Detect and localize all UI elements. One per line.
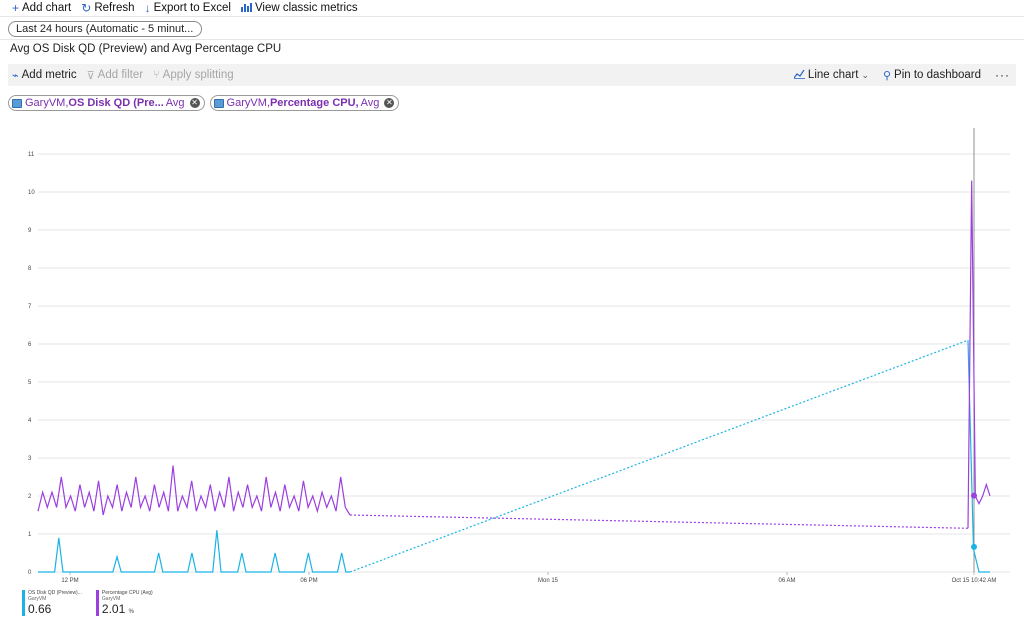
divider bbox=[0, 39, 1024, 40]
refresh-label: Refresh bbox=[94, 2, 135, 14]
pill-metric: OS Disk QD (Pre... bbox=[68, 97, 164, 109]
x-tick-label: Mon 15 bbox=[538, 578, 559, 584]
x-tick-label: Oct 15 10:42 AM bbox=[952, 578, 997, 584]
y-tick-label: 5 bbox=[28, 380, 32, 386]
y-tick-label: 4 bbox=[28, 418, 32, 424]
chart-gridlines bbox=[38, 128, 1010, 575]
y-tick-label: 8 bbox=[28, 266, 32, 272]
legend-color-swatch bbox=[95, 590, 99, 616]
pin-label: Pin to dashboard bbox=[894, 69, 981, 81]
metric-pill-cpu[interactable]: GaryVM, Percentage CPU, Avg ✕ bbox=[209, 95, 400, 111]
pill-resource: GaryVM, bbox=[25, 97, 69, 109]
classic-metrics-label: View classic metrics bbox=[254, 2, 358, 14]
more-options-icon[interactable]: ··· bbox=[995, 68, 1010, 82]
legend-value: 0.66 bbox=[28, 602, 52, 616]
close-icon[interactable]: ✕ bbox=[384, 98, 395, 108]
y-tick-label: 3 bbox=[28, 456, 32, 462]
time-range-picker[interactable]: Last 24 hours (Automatic - 5 minut... bbox=[8, 21, 202, 37]
disk-qd-point bbox=[971, 543, 977, 550]
chart-series bbox=[37, 180, 991, 573]
toolbar: + Add chart ↻ Refresh ↓ Export to Excel … bbox=[0, 0, 1024, 17]
y-tick-label: 6 bbox=[28, 342, 32, 348]
add-metric-label: Add metric bbox=[21, 69, 77, 81]
legend-item-cpu[interactable]: Percentage CPU (Avg) GaryVM 2.01 % bbox=[95, 590, 153, 616]
cpu-gap-line bbox=[349, 514, 969, 529]
chevron-down-icon: ⌄ bbox=[861, 69, 869, 80]
metric-pills: GaryVM, OS Disk QD (Pre... Avg ✕ GaryVM,… bbox=[8, 95, 400, 111]
split-icon: ⑂ bbox=[153, 69, 160, 81]
add-chart-button[interactable]: + Add chart bbox=[12, 2, 71, 14]
legend-value: 2.01 bbox=[101, 602, 126, 616]
y-tick-label: 0 bbox=[28, 570, 32, 576]
pin-to-dashboard-button[interactable]: ⚲ Pin to dashboard bbox=[883, 69, 981, 82]
export-button[interactable]: ↓ Export to Excel bbox=[145, 2, 231, 14]
cpu-point bbox=[971, 492, 977, 499]
legend-color-swatch bbox=[22, 590, 25, 616]
pill-aggregation: Avg bbox=[360, 97, 380, 109]
download-icon: ↓ bbox=[144, 1, 151, 15]
metrics-line-chart[interactable]: 0 1 2 3 4 5 6 7 8 9 10 11 12 PM 06 PM Mon 15 06 AM Oct … bbox=[0, 125, 1024, 585]
y-tick-label: 7 bbox=[28, 304, 32, 310]
x-tick-label: 06 PM bbox=[300, 578, 317, 584]
y-tick-label: 11 bbox=[28, 152, 35, 158]
chart-type-dropdown[interactable]: Line chart ⌄ bbox=[793, 69, 869, 82]
apply-splitting-label: Apply splitting bbox=[162, 69, 234, 81]
export-label: Export to Excel bbox=[153, 2, 231, 14]
refresh-icon: ↻ bbox=[81, 1, 92, 15]
add-chart-label: Add chart bbox=[22, 2, 72, 14]
pill-resource: GaryVM, bbox=[226, 97, 270, 109]
disk-qd-line bbox=[38, 530, 350, 573]
pill-aggregation: Avg bbox=[165, 97, 185, 109]
y-tick-label: 9 bbox=[28, 228, 32, 234]
add-filter-button[interactable]: ⊽ Add filter bbox=[87, 69, 143, 82]
plus-icon: + bbox=[12, 1, 20, 15]
y-tick-label: 1 bbox=[28, 532, 32, 538]
line-chart-icon bbox=[793, 69, 805, 82]
cpu-line bbox=[37, 465, 351, 516]
chart-type-label: Line chart bbox=[807, 69, 859, 81]
close-icon[interactable]: ✕ bbox=[189, 98, 200, 108]
add-filter-label: Add filter bbox=[97, 69, 144, 81]
y-tick-label: 10 bbox=[28, 190, 35, 196]
disk-qd-gap-line bbox=[349, 339, 969, 573]
chart-title[interactable]: Avg OS Disk QD (Preview) and Avg Percent… bbox=[10, 43, 281, 55]
y-tick-label: 2 bbox=[28, 494, 32, 500]
chart-command-bar: ⌁ Add metric ⊽ Add filter ⑂ Apply splitt… bbox=[8, 64, 1016, 86]
classic-metrics-button[interactable]: View classic metrics bbox=[240, 2, 358, 14]
pill-metric: Percentage CPU, bbox=[269, 97, 359, 109]
chart-legend: OS Disk QD (Preview)... GaryVM 0.66 Perc… bbox=[22, 590, 153, 616]
x-tick-label: 06 AM bbox=[778, 578, 795, 584]
apply-splitting-button[interactable]: ⑂ Apply splitting bbox=[153, 69, 234, 81]
metric-pill-disk[interactable]: GaryVM, OS Disk QD (Pre... Avg ✕ bbox=[8, 95, 205, 111]
command-bar-right: Line chart ⌄ ⚲ Pin to dashboard ··· bbox=[793, 68, 1016, 82]
add-metric-icon: ⌁ bbox=[12, 69, 19, 82]
refresh-button[interactable]: ↻ Refresh bbox=[81, 2, 134, 14]
vm-icon bbox=[213, 98, 224, 108]
pin-icon: ⚲ bbox=[882, 69, 892, 82]
bar-chart-icon bbox=[240, 2, 252, 14]
legend-unit: % bbox=[128, 609, 134, 615]
disk-qd-line-recent bbox=[967, 340, 990, 573]
x-tick-label: 12 PM bbox=[61, 578, 78, 584]
filter-icon: ⊽ bbox=[86, 69, 95, 82]
x-axis-ticks: 12 PM 06 PM Mon 15 06 AM Oct 15 10:42 AM bbox=[61, 578, 996, 584]
legend-item-disk[interactable]: OS Disk QD (Preview)... GaryVM 0.66 bbox=[22, 590, 82, 616]
vm-icon bbox=[12, 98, 22, 108]
add-metric-button[interactable]: ⌁ Add metric bbox=[12, 69, 77, 82]
y-axis-ticks: 0 1 2 3 4 5 6 7 8 9 10 11 bbox=[28, 152, 35, 576]
